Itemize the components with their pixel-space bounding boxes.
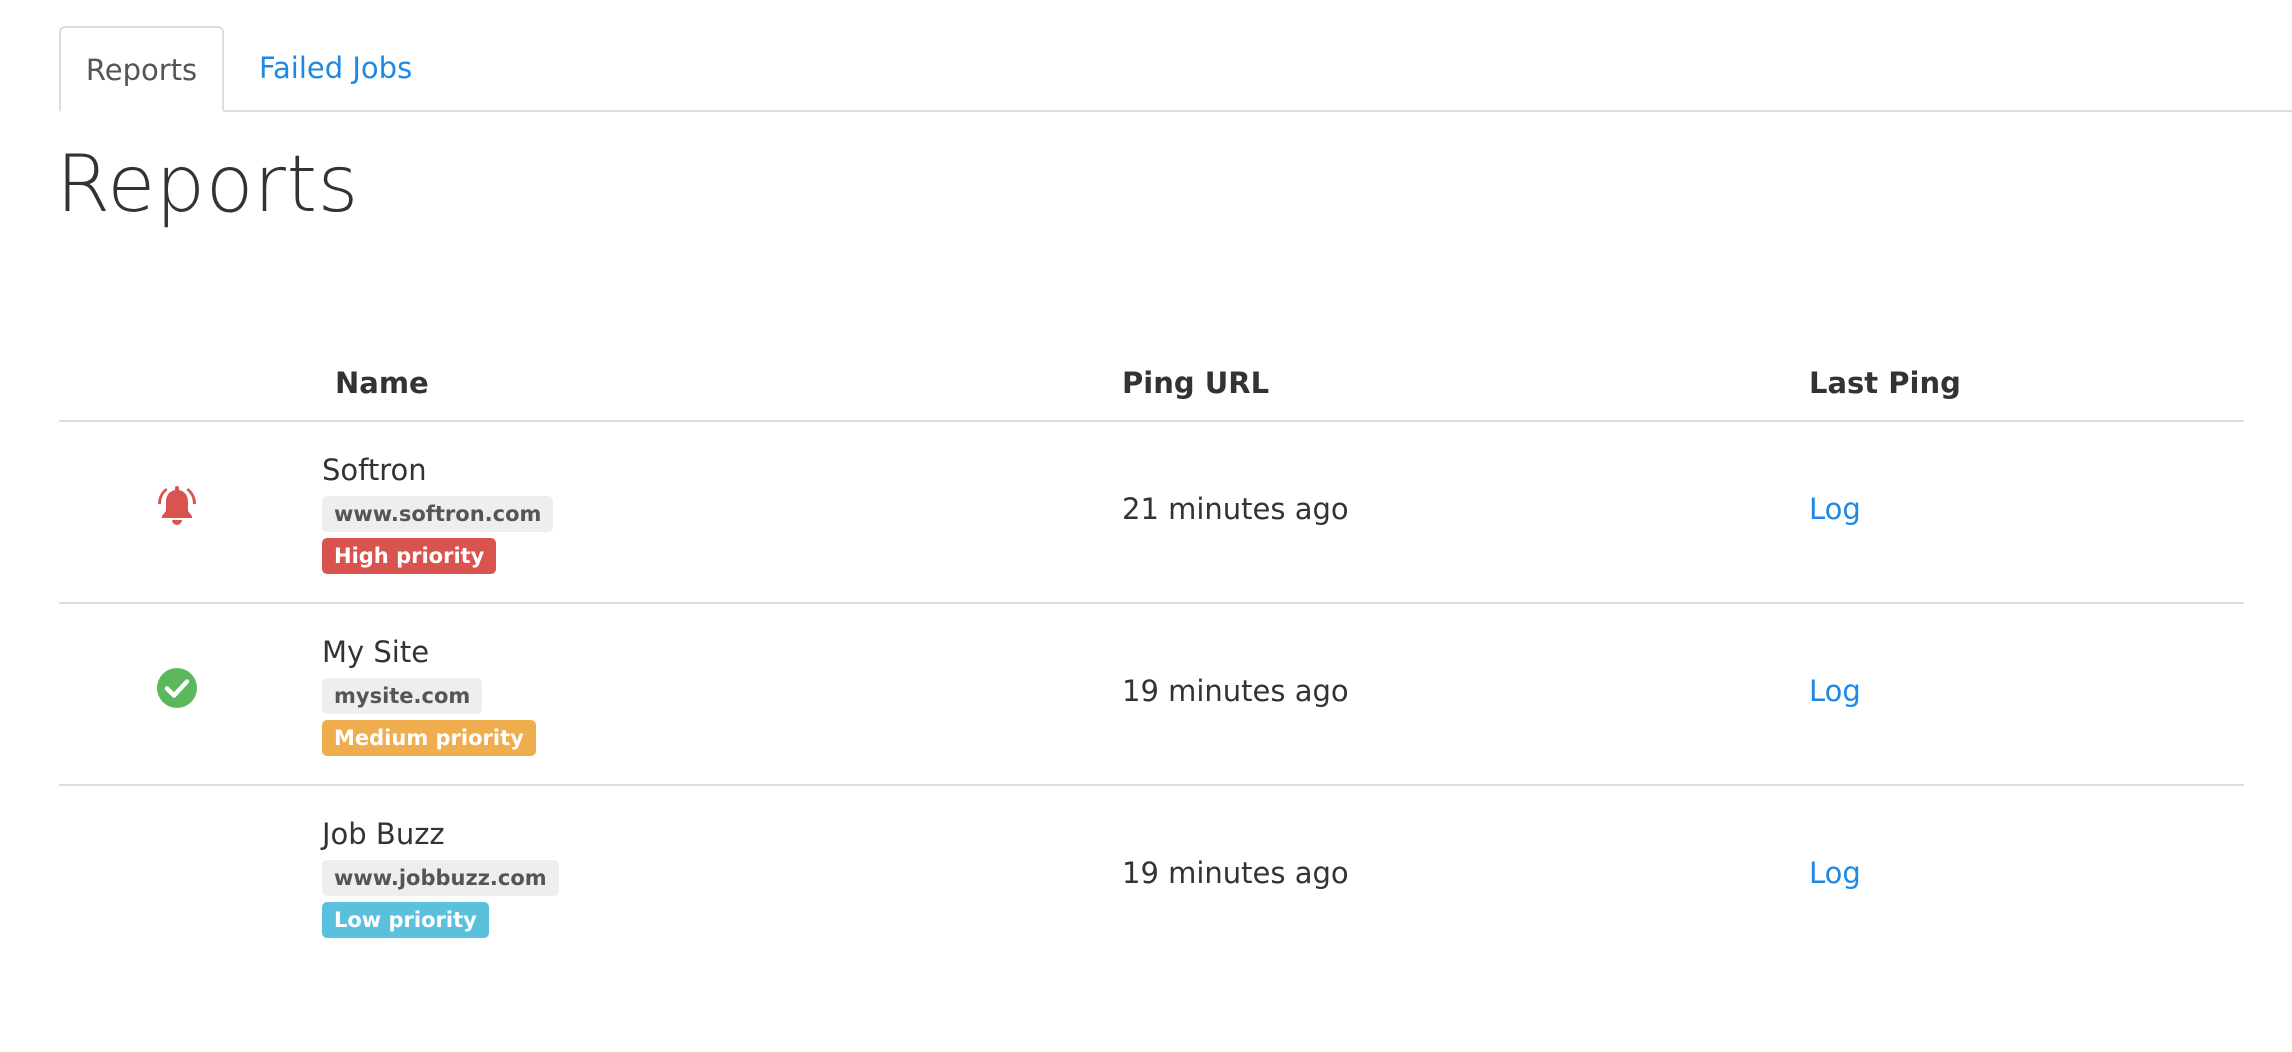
- table-header: Name Ping URL Last Ping: [59, 352, 2244, 422]
- table-row: Softron www.softron.com High priority 21…: [59, 422, 2244, 604]
- column-header-name: Name: [335, 366, 429, 400]
- log-link[interactable]: Log: [1809, 674, 1861, 708]
- table-row: My Site mysite.com Medium priority 19 mi…: [59, 604, 2244, 786]
- bell-icon: [158, 486, 196, 525]
- check-circle-icon: [157, 668, 197, 708]
- column-header-ping-url: Ping URL: [1122, 366, 1270, 400]
- tab-reports[interactable]: Reports: [59, 26, 224, 112]
- tab-bar: Reports Failed Jobs: [59, 26, 2292, 112]
- table-row: Job Buzz www.jobbuzz.com Low priority 19…: [59, 786, 2244, 966]
- ping-time: 19 minutes ago: [1122, 856, 1349, 890]
- site-name: Job Buzz: [322, 817, 445, 851]
- site-name: My Site: [322, 635, 430, 669]
- reports-page: Reports Failed Jobs Reports Name Ping UR…: [0, 0, 2292, 1052]
- name-cell: Job Buzz www.jobbuzz.com Low priority: [322, 814, 559, 938]
- ping-time: 19 minutes ago: [1122, 674, 1349, 708]
- site-url-label: www.softron.com: [322, 496, 554, 532]
- ping-time: 21 minutes ago: [1122, 492, 1349, 526]
- site-name: Softron: [322, 453, 427, 487]
- log-link[interactable]: Log: [1809, 856, 1861, 890]
- priority-badge: Low priority: [322, 902, 489, 938]
- name-cell: Softron www.softron.com High priority: [322, 450, 554, 574]
- tab-failed-jobs[interactable]: Failed Jobs: [259, 26, 429, 110]
- log-link[interactable]: Log: [1809, 492, 1861, 526]
- column-header-last-ping: Last Ping: [1809, 366, 1961, 400]
- site-url-label: www.jobbuzz.com: [322, 860, 559, 896]
- site-url-label: mysite.com: [322, 678, 483, 714]
- priority-badge: Medium priority: [322, 720, 536, 756]
- reports-table: Name Ping URL Last Ping Softron www.soft…: [59, 352, 2244, 966]
- priority-badge: High priority: [322, 538, 497, 574]
- page-title: Reports: [56, 140, 359, 230]
- name-cell: My Site mysite.com Medium priority: [322, 632, 536, 756]
